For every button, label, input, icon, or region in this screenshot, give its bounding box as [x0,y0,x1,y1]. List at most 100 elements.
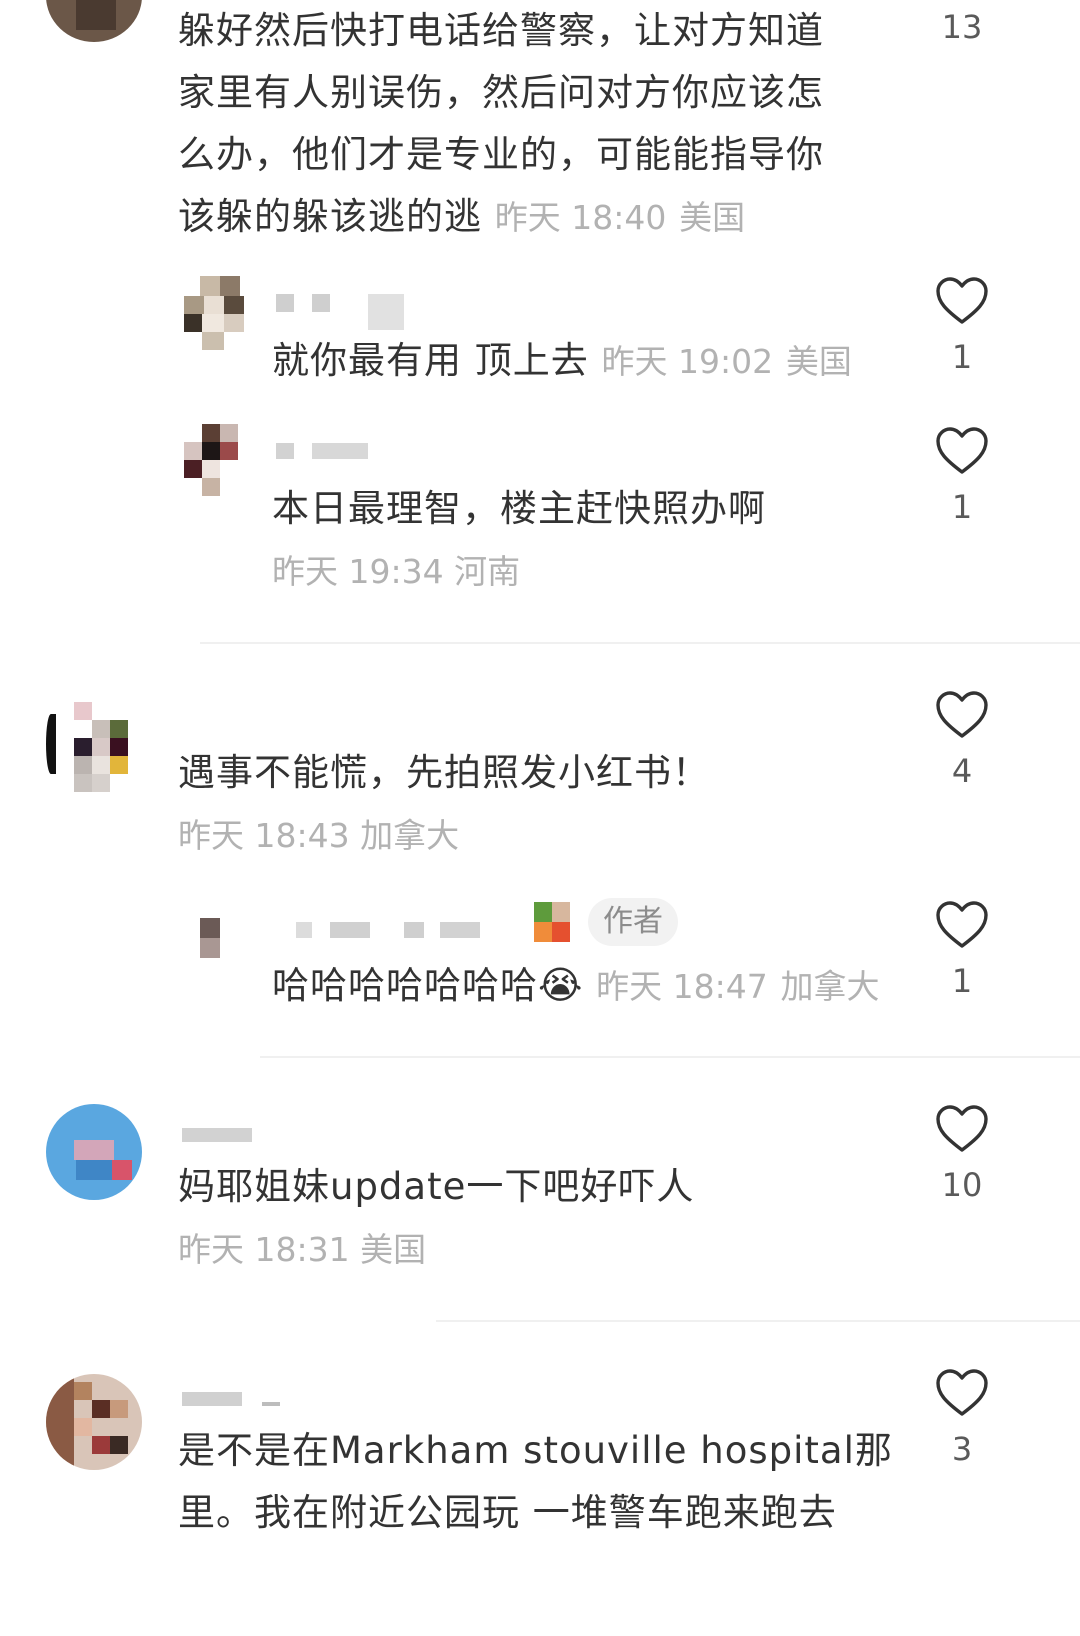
avatar-pixel [92,774,110,792]
like-count: 1 [951,962,973,1000]
avatar-pixel [110,738,128,756]
comment-line: 是不是在Markham stouville hospital那 [178,1429,893,1472]
heart-outline-icon[interactable] [934,426,990,476]
heart-outline-icon[interactable] [934,276,990,326]
reply-text: 本日最理智，楼主赶快照办啊 [272,487,766,530]
comment-divider [436,1320,1080,1322]
comment-text: 是不是在Markham stouville hospital那 里。我在附近公园… [178,1420,898,1544]
avatar-pixel [110,720,128,738]
avatar-pixel [202,442,220,460]
avatar-pixel [184,442,202,460]
comment-location: 美国 [360,1230,427,1269]
comment-line: 么办，他们才是专业的，可能能指导你 [178,133,824,176]
blurred-username [276,294,294,312]
avatar-pixel [74,738,92,756]
like-count: 1 [951,338,973,376]
like-count: 3 [951,1430,973,1468]
comment-divider [260,1056,1080,1058]
like-count: 10 [941,1166,983,1204]
avatar-pixel [224,314,244,332]
comment-text: 躲好然后快打电话给警察，让对方知道 家里有人别误伤，然后问对方你应该怎 么办，他… [178,0,878,249]
avatar-pixel [220,442,238,460]
avatar-pixel [76,0,116,30]
heart-outline-icon[interactable] [934,900,990,950]
blurred-username [368,294,404,330]
avatar-pixel [46,714,56,774]
user-avatar[interactable] [184,424,242,496]
avatar-pixel [110,1436,128,1454]
blurred-username [312,443,368,459]
author-badge: 作者 [588,898,678,946]
reply-text: 就你最有用 顶上去 昨天 19:02 美国 [272,339,852,382]
user-avatar[interactable] [46,0,142,42]
avatar-pixel [534,902,552,922]
comment-text: 遇事不能慌，先拍照发小红书！ [178,751,710,794]
like-count: 4 [951,752,973,790]
avatar-pixel [220,276,240,296]
avatar-pixel [74,774,92,792]
comment-line: 躲好然后快打电话给警察，让对方知道 [178,9,824,52]
avatar-pixel [74,702,92,720]
avatar-pixel [202,460,220,478]
avatar-pixel [76,1160,116,1180]
comment-time: 昨天 18:40 [494,198,667,237]
user-avatar[interactable] [46,1104,142,1200]
avatar-pixel [204,296,224,314]
blurred-username [404,922,424,938]
avatar-pixel [552,902,570,922]
heart-outline-icon[interactable] [934,690,990,740]
avatar-pixel [74,756,92,774]
like-count: 13 [941,8,983,46]
avatar-pixel [92,738,110,756]
comment-time: 昨天 18:43 [178,816,350,855]
comment-meta: 昨天 18:31 美国 [178,1230,426,1270]
blurred-username [276,443,294,459]
comment-location: 美国 [785,342,852,381]
avatar-pixel [92,1400,110,1418]
user-avatar[interactable] [184,276,260,352]
comment-location: 加拿大 [780,967,880,1006]
avatar-pixel [74,1418,92,1436]
user-avatar[interactable] [46,1374,142,1470]
avatar-pixel [184,314,202,332]
avatar-pixel [184,296,204,314]
avatar-pixel [110,756,128,774]
avatar-pixel [92,756,110,774]
avatar-pixel [202,314,224,332]
heart-outline-icon[interactable] [934,1368,990,1418]
comment-time: 昨天 18:47 [596,967,768,1006]
heart-outline-icon[interactable] [934,1104,990,1154]
avatar-pixel [534,922,552,942]
blurred-username [330,922,370,938]
avatar-pixel [202,478,220,496]
avatar-pixel [202,424,220,442]
author-avatar-small [534,902,570,942]
comment-location: 美国 [679,198,746,237]
blurred-username [262,1402,280,1406]
blurred-username [312,294,330,312]
avatar-pixel [92,1436,110,1454]
blurred-username [182,1392,242,1406]
like-count: 1 [951,488,973,526]
blurred-username [440,922,480,938]
comment-meta: 昨天 18:43 加拿大 [178,816,459,856]
blurred-username [296,922,312,938]
comment-meta: 昨天 19:34 河南 [272,552,520,592]
avatar-pixel [46,1374,74,1470]
avatar-pixel [74,1140,114,1160]
comment-divider [200,642,1080,644]
avatar-pixel [200,276,220,296]
avatar-pixel [74,1382,92,1400]
comment-text: 妈耶姐妹update一下吧好吓人 [178,1165,695,1208]
avatar-pixel [202,332,224,350]
comment-location: 加拿大 [360,816,460,855]
user-avatar[interactable] [46,702,142,794]
comment-line: 家里有人别误伤，然后问对方你应该怎 [178,71,824,114]
comment-time: 昨天 19:02 [601,342,774,381]
avatar-pixel [200,938,220,958]
avatar-pixel [200,918,220,938]
comment-time: 昨天 18:31 [178,1230,350,1269]
reply-text: 哈哈哈哈哈哈哈😭 昨天 18:47 加拿大 [272,963,880,1007]
avatar-pixel [112,1160,132,1180]
user-avatar[interactable] [200,918,226,958]
